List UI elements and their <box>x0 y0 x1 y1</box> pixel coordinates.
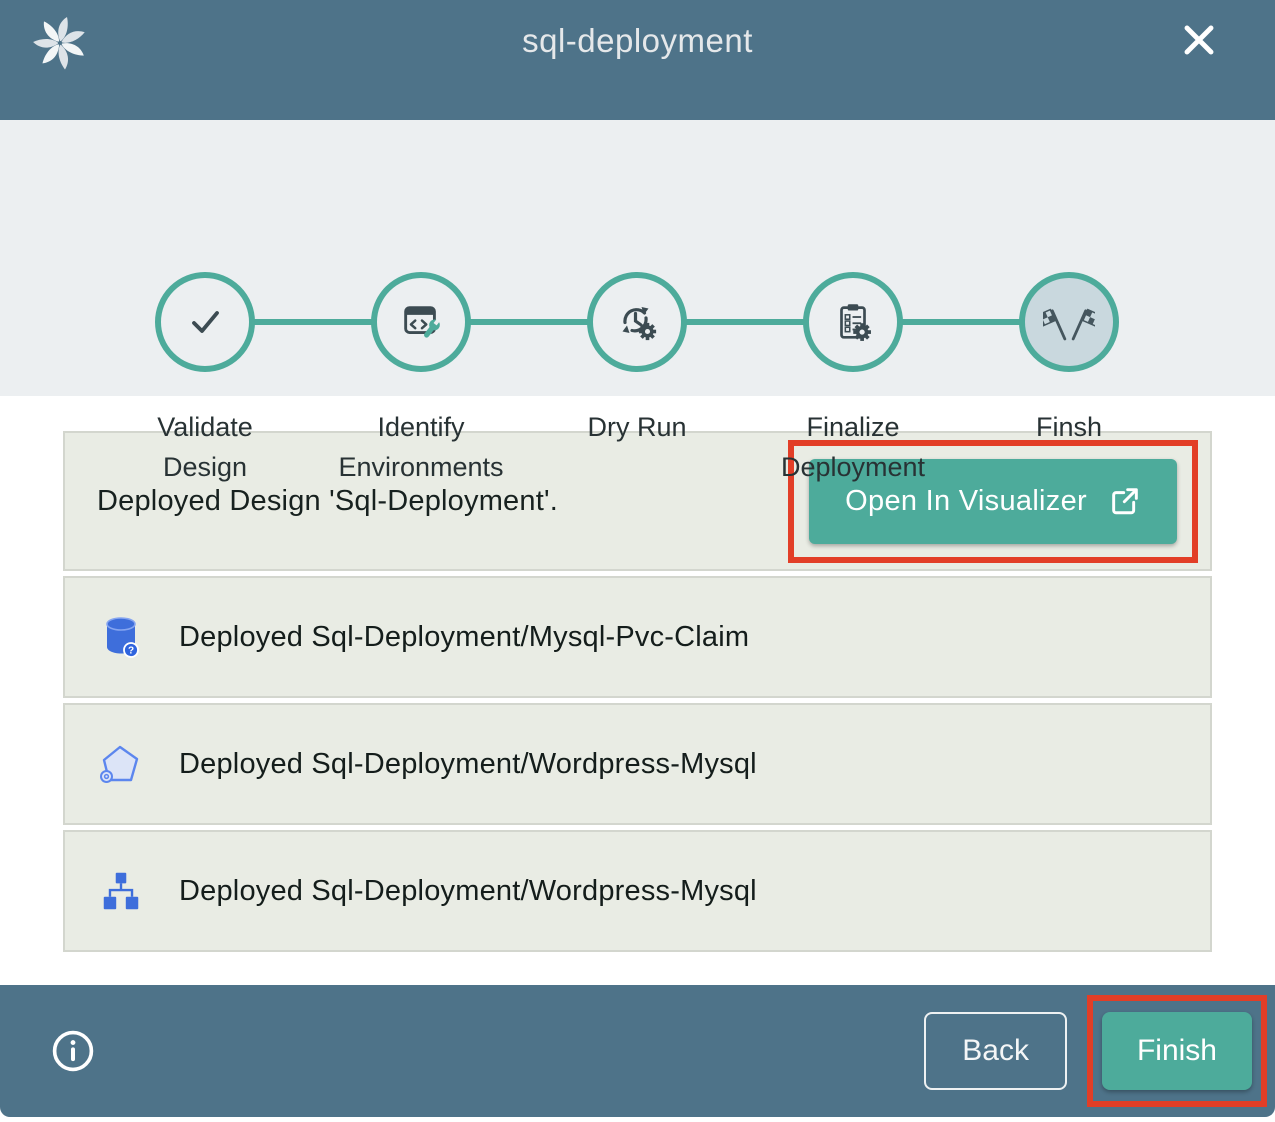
step-finish: Finsh <box>961 272 1177 488</box>
step-identify-environments: Identify Environments <box>313 272 529 488</box>
step-validate-design: Validate Design <box>97 272 313 488</box>
step-circle-identify-environments <box>371 272 471 372</box>
open-in-visualizer-label: Open In Visualizer <box>845 485 1087 518</box>
info-icon <box>50 1028 96 1074</box>
info-button[interactable] <box>50 1028 96 1074</box>
step-dry-run: Dry Run <box>529 272 745 488</box>
deployment-hierarchy-icon <box>98 868 144 914</box>
deployment-wizard-dialog: sql-deployment Validate Design <box>0 0 1275 1117</box>
step-label: Validate Design <box>112 408 298 488</box>
step-circle-finish <box>1019 272 1119 372</box>
clipboard-gear-icon <box>830 299 876 345</box>
deployed-item-text: Deployed Sql-Deployment/Mysql-Pvc-Claim <box>179 621 749 654</box>
back-button[interactable]: Back <box>924 1012 1067 1090</box>
step-label: Dry Run <box>587 408 686 448</box>
deployed-item-text: Deployed Sql-Deployment/Wordpress-Mysql <box>179 748 757 781</box>
step-label: Finalize Deployment <box>760 408 946 488</box>
check-icon <box>181 298 229 346</box>
finish-button[interactable]: Finish <box>1102 1012 1252 1090</box>
annotation-box-finish: Finish <box>1087 995 1267 1107</box>
close-icon <box>1175 16 1223 64</box>
deployed-item-row: ? Deployed Sql-Deployment/Mysql-Pvc-Clai… <box>63 576 1212 698</box>
checkered-flags-icon <box>1043 296 1095 348</box>
deployed-item-row: Deployed Sql-Deployment/Wordpress-Mysql <box>63 830 1212 952</box>
step-circle-validate-design <box>155 272 255 372</box>
dialog-titlebar: sql-deployment <box>0 0 1275 120</box>
step-circle-finalize-deployment <box>803 272 903 372</box>
step-label: Finsh <box>1036 408 1102 448</box>
step-label: Identify Environments <box>328 408 514 488</box>
deployed-item-row: Deployed Sql-Deployment/Wordpress-Mysql <box>63 703 1212 825</box>
database-icon: ? <box>97 613 145 661</box>
svg-text:?: ? <box>128 646 134 657</box>
kubernetes-pod-icon <box>97 740 145 788</box>
dry-run-gear-icon <box>613 298 661 346</box>
deployed-item-text: Deployed Sql-Deployment/Wordpress-Mysql <box>179 875 757 908</box>
close-button[interactable] <box>1175 16 1223 64</box>
stepper-steps: Validate Design Identify En <box>97 272 1177 488</box>
external-link-icon <box>1109 485 1141 517</box>
dialog-footer: Back Finish <box>0 985 1275 1117</box>
dialog-title: sql-deployment <box>0 22 1275 60</box>
step-circle-dry-run <box>587 272 687 372</box>
wizard-stepper: Validate Design Identify En <box>0 120 1275 396</box>
code-wrench-icon <box>398 299 444 345</box>
step-finalize-deployment: Finalize Deployment <box>745 272 961 488</box>
deployment-message: Deployed Design 'Sql-Deployment'. <box>97 485 558 518</box>
